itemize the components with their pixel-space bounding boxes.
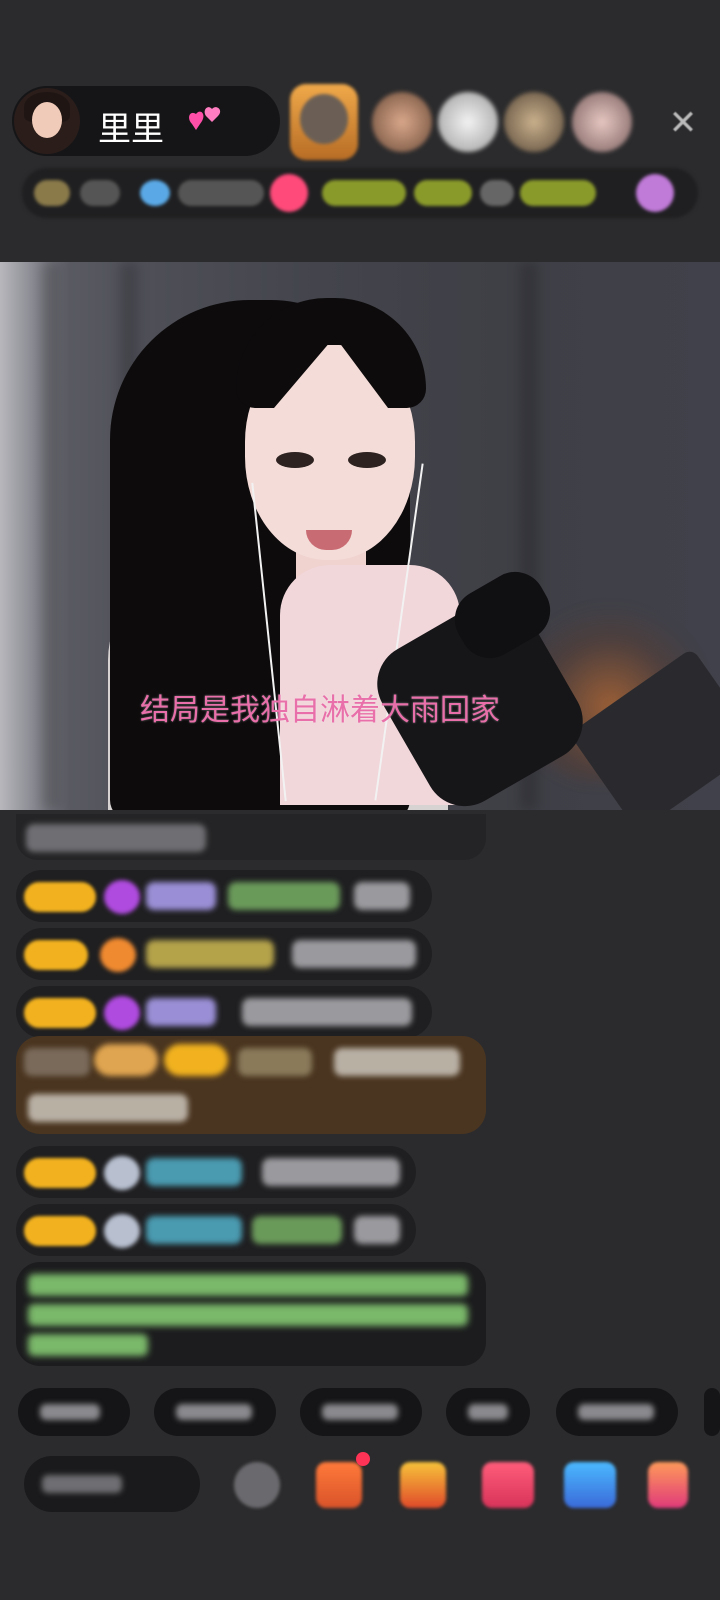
emoji-icon[interactable] xyxy=(234,1462,280,1508)
quick-reply-label xyxy=(322,1404,398,1420)
quick-reply-label xyxy=(468,1404,508,1420)
chat-text xyxy=(242,998,412,1026)
info-item xyxy=(480,180,514,206)
quick-reply-label xyxy=(176,1404,252,1420)
chat-text xyxy=(262,1158,400,1186)
quick-reply-button[interactable] xyxy=(300,1388,422,1436)
chat-text xyxy=(228,882,340,910)
chat-message[interactable] xyxy=(16,928,432,980)
mic-arm xyxy=(569,647,720,810)
chat-message[interactable] xyxy=(16,1204,416,1256)
user-level-badge xyxy=(164,1044,228,1076)
chat-text xyxy=(28,1094,188,1122)
viewer-avatar[interactable] xyxy=(572,92,632,152)
notice-line xyxy=(28,1274,468,1296)
info-tag xyxy=(520,180,596,206)
gift-message[interactable] xyxy=(16,1036,486,1134)
user-icon xyxy=(100,938,136,972)
diamond-icon xyxy=(104,880,140,914)
info-icon xyxy=(636,174,674,212)
chat-username xyxy=(238,1048,312,1076)
chat-username xyxy=(146,1216,242,1244)
system-notice xyxy=(16,1262,486,1366)
two-hearts-icon xyxy=(189,107,221,130)
notice-line xyxy=(28,1304,468,1326)
quick-reply-button[interactable] xyxy=(556,1388,678,1436)
avatar-face xyxy=(32,102,62,138)
close-icon[interactable]: ✕ xyxy=(660,100,706,146)
chat-username xyxy=(146,882,216,910)
comment-input[interactable] xyxy=(24,1456,200,1512)
comment-placeholder xyxy=(42,1475,122,1493)
streamer-eye xyxy=(276,452,314,468)
chat-message[interactable] xyxy=(16,870,432,922)
quick-reply-button[interactable] xyxy=(154,1388,276,1436)
streamer-eye xyxy=(348,452,386,468)
user-level-badge xyxy=(24,940,88,970)
chat-text xyxy=(354,882,410,910)
gift-icon[interactable] xyxy=(316,1462,362,1508)
activity-icon[interactable] xyxy=(564,1462,616,1508)
diamond-icon xyxy=(104,996,140,1030)
viewer-avatar[interactable] xyxy=(372,92,432,152)
chat-message[interactable] xyxy=(16,986,432,1038)
user-icon xyxy=(104,1214,140,1248)
chat-text xyxy=(252,1216,342,1244)
top-viewer-avatar[interactable] xyxy=(290,84,358,160)
chat-username xyxy=(146,940,274,968)
game-icon[interactable] xyxy=(482,1462,534,1508)
chat-text xyxy=(334,1048,460,1076)
more-icon[interactable] xyxy=(648,1462,688,1508)
chat-text xyxy=(292,940,416,968)
chat-username xyxy=(146,1158,242,1186)
info-bar[interactable] xyxy=(22,168,698,218)
quick-reply-label xyxy=(40,1404,100,1420)
user-level-badge xyxy=(24,1216,96,1246)
chat-system-message xyxy=(16,814,486,860)
chat-text xyxy=(354,1216,400,1244)
info-tag xyxy=(414,180,472,206)
chat-username xyxy=(146,998,216,1026)
info-icon xyxy=(140,180,170,206)
quick-reply-button[interactable] xyxy=(704,1388,720,1436)
video-subtitle: 结局是我独自淋着大雨回家 xyxy=(140,693,500,728)
user-level-badge xyxy=(24,1158,96,1188)
info-tag xyxy=(322,180,406,206)
viewer-avatar[interactable] xyxy=(504,92,564,152)
quick-reply-button[interactable] xyxy=(18,1388,130,1436)
user-icon xyxy=(104,1156,140,1190)
quick-reply-label xyxy=(578,1404,654,1420)
chat-message[interactable] xyxy=(16,1146,416,1198)
treasure-icon[interactable] xyxy=(400,1462,446,1508)
chat-text xyxy=(24,1048,90,1076)
notification-dot xyxy=(356,1452,370,1466)
user-level-badge xyxy=(24,882,96,912)
host-info-pill[interactable]: 里里 xyxy=(12,86,280,156)
viewer-avatar[interactable] xyxy=(438,92,498,152)
gift-badge xyxy=(94,1044,158,1076)
info-icon xyxy=(270,174,308,212)
host-avatar[interactable] xyxy=(14,88,80,154)
info-item xyxy=(80,180,120,206)
quick-reply-button[interactable] xyxy=(446,1388,530,1436)
host-name: 里里 xyxy=(98,109,164,148)
notice-line xyxy=(28,1334,148,1356)
user-level-badge xyxy=(24,998,96,1028)
rank-icon xyxy=(34,180,70,206)
chat-text xyxy=(26,824,206,852)
info-item xyxy=(178,180,264,206)
